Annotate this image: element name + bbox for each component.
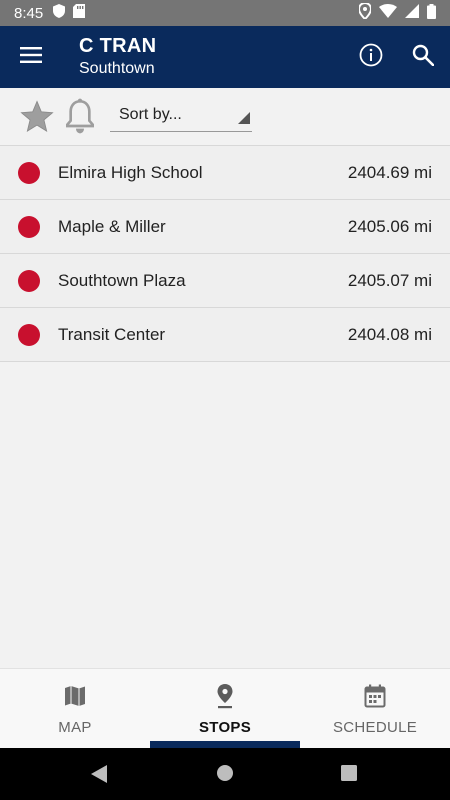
home-icon[interactable] xyxy=(216,764,234,787)
stop-distance: 2404.69 mi xyxy=(347,163,432,182)
stop-distance: 2405.06 mi xyxy=(347,217,432,236)
info-icon xyxy=(359,43,383,72)
search-button[interactable] xyxy=(406,40,440,74)
sort-dropdown-label: Sort by... xyxy=(119,106,182,123)
recents-icon[interactable] xyxy=(341,765,357,786)
filter-toolbar: Sort by... xyxy=(0,88,450,146)
app-title: C TRAN xyxy=(79,35,157,57)
stop-distance: 2405.07 mi xyxy=(347,271,432,290)
stop-row[interactable]: Maple & Miller 2405.06 mi xyxy=(0,200,450,254)
stop-row[interactable]: Southtown Plaza 2405.07 mi xyxy=(0,254,450,308)
app-bar: C TRAN Southtown xyxy=(0,26,450,88)
shield-icon xyxy=(53,4,66,22)
info-button[interactable] xyxy=(354,40,388,74)
calendar-icon xyxy=(364,683,386,709)
tab-schedule[interactable]: SCHEDULE xyxy=(300,669,450,749)
battery-icon xyxy=(427,3,436,23)
star-icon xyxy=(19,100,55,138)
tab-map-label: MAP xyxy=(58,719,92,736)
location-pin-icon xyxy=(215,683,235,709)
stop-name: Maple & Miller xyxy=(58,217,166,236)
app-subtitle: Southtown xyxy=(79,60,155,77)
screen: 8:45 C TRAN Southtown Sort by... Elmira … xyxy=(0,0,450,800)
menu-button[interactable] xyxy=(14,40,48,74)
sort-dropdown[interactable]: Sort by... xyxy=(110,100,252,132)
status-bar: 8:45 xyxy=(0,0,450,26)
menu-icon xyxy=(20,46,42,68)
tab-schedule-label: SCHEDULE xyxy=(332,719,418,736)
tab-map[interactable]: MAP xyxy=(0,669,150,749)
status-time: 8:45 xyxy=(14,4,44,22)
system-nav-bar xyxy=(0,748,450,800)
favorites-button[interactable] xyxy=(19,100,55,136)
stop-marker-icon xyxy=(18,270,40,292)
back-icon[interactable] xyxy=(90,764,108,789)
bottom-nav: MAP STOPS SCHEDULE xyxy=(0,668,450,749)
stop-distance: 2404.08 mi xyxy=(347,325,432,344)
wifi-icon xyxy=(379,4,397,22)
tab-stops-label: STOPS xyxy=(198,719,252,736)
stop-name: Transit Center xyxy=(58,325,166,344)
tab-stops[interactable]: STOPS xyxy=(150,669,300,749)
sd-card-icon xyxy=(73,4,86,22)
stop-marker-icon xyxy=(18,324,40,346)
alerts-button[interactable] xyxy=(64,98,100,136)
stop-row[interactable]: Elmira High School 2404.69 mi xyxy=(0,146,450,200)
signal-icon xyxy=(405,4,419,22)
stop-name: Elmira High School xyxy=(58,163,203,182)
stop-marker-icon xyxy=(18,162,40,184)
map-icon xyxy=(64,683,86,709)
bell-icon xyxy=(64,98,96,138)
stop-row[interactable]: Transit Center 2404.08 mi xyxy=(0,308,450,362)
stop-marker-icon xyxy=(18,216,40,238)
dropdown-caret-icon xyxy=(238,111,250,129)
stops-list: Elmira High School 2404.69 mi Maple & Mi… xyxy=(0,146,450,362)
location-icon xyxy=(357,1,373,23)
search-icon xyxy=(412,44,435,71)
stop-name: Southtown Plaza xyxy=(58,271,186,290)
